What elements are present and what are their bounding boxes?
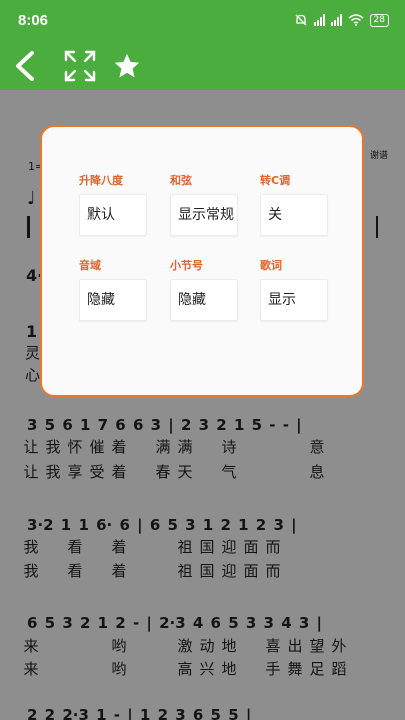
note-symbol: ♩ bbox=[27, 188, 36, 209]
option-value-octave[interactable]: 默认 bbox=[79, 194, 147, 236]
score-start-barline bbox=[27, 216, 30, 238]
option-value-chord[interactable]: 显示常规 bbox=[170, 194, 238, 236]
score-line-1-notes: 3 5 6 1 7 6 6 3 | 2 3 2 1 5 - - | bbox=[27, 416, 302, 434]
option-label-octave: 升降八度 bbox=[79, 174, 123, 187]
score-line-3-notes: 6 5 3 2 1 2 - | 2·3 4 6 5 3 3 4 3 | bbox=[27, 614, 322, 632]
score-end-barline bbox=[376, 216, 378, 238]
partial-note: 1 bbox=[26, 322, 38, 341]
score-line-1-lyrics-2: 让我享受着春天气息 bbox=[23, 463, 325, 481]
score-line-2-lyrics-1: 我看着祖国迎面而 bbox=[23, 538, 281, 556]
star-icon bbox=[114, 53, 140, 78]
mute-bell-icon bbox=[295, 14, 307, 26]
signal-icon-2 bbox=[330, 14, 342, 26]
status-icons: 28 bbox=[294, 13, 389, 27]
toolbar bbox=[0, 42, 405, 90]
score-line-1-lyrics-1: 让我怀催着满满诗意 bbox=[23, 438, 325, 456]
back-button[interactable] bbox=[6, 48, 42, 84]
score-line-2-notes: 3·2 1 1 6· 6 | 6 5 3 1 2 1 2 3 | bbox=[27, 516, 297, 534]
option-value-range[interactable]: 隐藏 bbox=[79, 279, 147, 321]
fullscreen-icon bbox=[64, 50, 96, 82]
partial-lyric-1: 灵 bbox=[25, 344, 41, 362]
back-arrow-icon bbox=[16, 51, 34, 81]
option-value-transpose-c[interactable]: 关 bbox=[260, 194, 328, 236]
option-label-range: 音域 bbox=[79, 259, 101, 272]
battery-icon: 28 bbox=[369, 13, 389, 27]
score-credit-text: 谢谱 bbox=[370, 151, 389, 161]
option-label-lyrics: 歌词 bbox=[260, 259, 282, 272]
option-label-chord: 和弦 bbox=[170, 174, 192, 187]
option-value-bar-number[interactable]: 隐藏 bbox=[170, 279, 238, 321]
score-line-2-lyrics-2: 我看着祖国迎面而 bbox=[23, 562, 281, 580]
wifi-icon bbox=[348, 14, 364, 26]
fullscreen-button[interactable] bbox=[62, 48, 98, 84]
favorite-button[interactable] bbox=[109, 48, 145, 84]
score-line-4-notes: 2 2 2·3 1 - | 1 2 3 6 5 5 | bbox=[27, 706, 252, 720]
status-time: 8:06 bbox=[18, 12, 49, 29]
signal-icon-1 bbox=[313, 14, 325, 26]
score-line-3-lyrics-1: 来哟激动地喜出望外 bbox=[23, 637, 347, 655]
option-value-lyrics[interactable]: 显示 bbox=[260, 279, 328, 321]
option-label-bar-number: 小节号 bbox=[170, 259, 203, 272]
status-bar: 8:06 28 bbox=[0, 0, 405, 42]
partial-lyric-2: 心 bbox=[25, 366, 41, 384]
score-line-3-lyrics-2: 来哟高兴地手舞足蹈 bbox=[23, 660, 347, 678]
settings-dialog: 升降八度 默认 和弦 显示常规 转C调 关 音域 隐藏 小节号 隐藏 歌词 显示 bbox=[40, 125, 364, 397]
option-label-transpose-c: 转C调 bbox=[260, 174, 291, 187]
